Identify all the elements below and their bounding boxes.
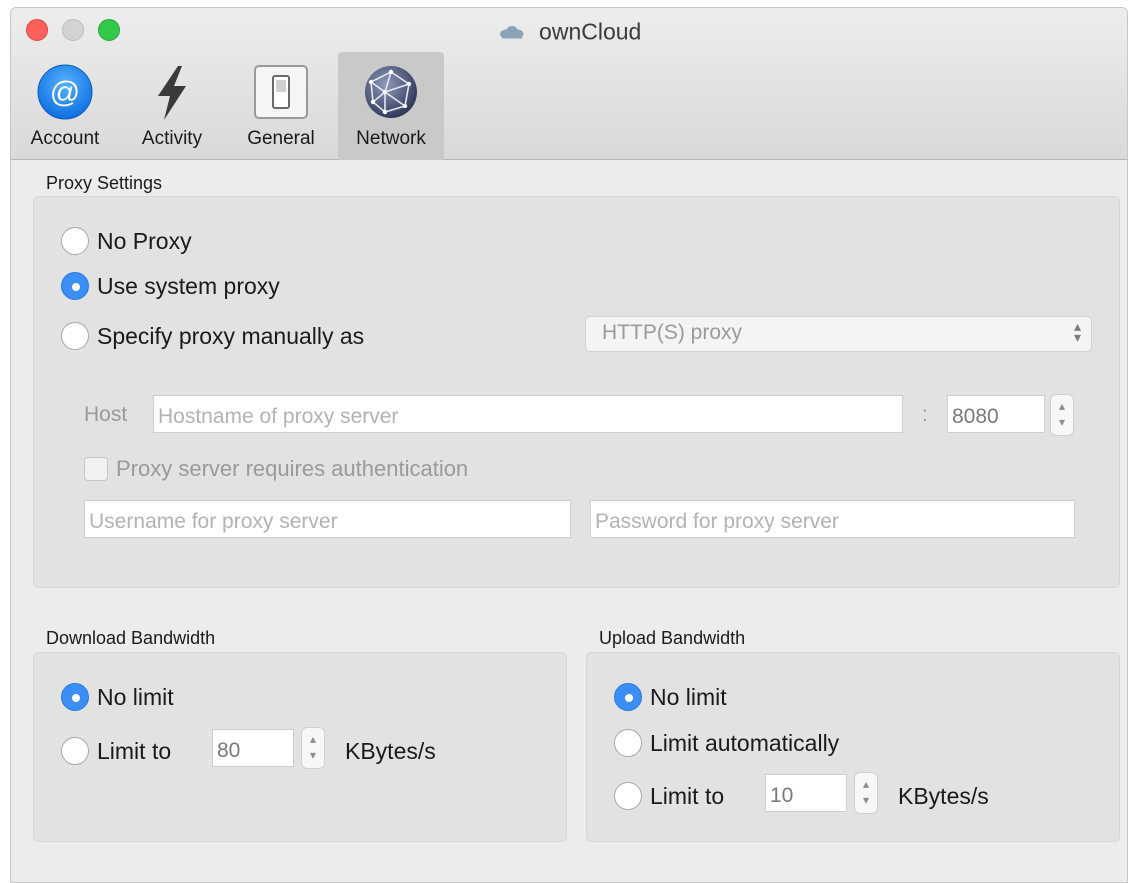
upload-limit-input[interactable]: [765, 774, 847, 812]
no-proxy-radio[interactable]: [61, 227, 89, 255]
at-sign-icon: @: [35, 62, 95, 122]
system-proxy-label: Use system proxy: [97, 272, 280, 299]
host-label: Host: [84, 403, 128, 426]
download-limit-input[interactable]: [212, 729, 294, 767]
proxy-type-select[interactable]: HTTP(S) proxy ▴ ▾: [585, 316, 1092, 352]
system-proxy-option[interactable]: Use system proxy: [61, 272, 280, 300]
download-limit-to-label: Limit to: [97, 737, 172, 764]
proxy-username-input[interactable]: [84, 500, 571, 538]
proxy-auth-label: Proxy server requires authentication: [116, 456, 469, 481]
svg-text:@: @: [50, 76, 80, 109]
port-separator: :: [922, 403, 928, 426]
tab-general-label: General: [247, 128, 315, 149]
manual-proxy-label: Specify proxy manually as: [97, 322, 365, 349]
select-arrows-icon: ▴ ▾: [1073, 318, 1081, 345]
upload-limit-to-radio[interactable]: [614, 782, 642, 810]
upload-no-limit-option[interactable]: No limit: [614, 683, 727, 711]
download-no-limit-option[interactable]: No limit: [61, 683, 174, 711]
system-proxy-radio[interactable]: [61, 272, 89, 300]
download-bandwidth-title: Download Bandwidth: [46, 628, 216, 648]
download-no-limit-label: No limit: [97, 683, 174, 710]
port-stepper[interactable]: ▴ ▾: [1050, 394, 1074, 436]
proxy-settings-group: No Proxy Use system proxy Specify proxy …: [33, 196, 1120, 588]
download-limit-to-option[interactable]: Limit to: [61, 737, 171, 765]
upload-limit-auto-radio[interactable]: [614, 729, 642, 757]
globe-icon: [361, 62, 421, 122]
tab-account[interactable]: @ Account: [17, 52, 113, 160]
port-input[interactable]: [947, 395, 1045, 433]
upload-no-limit-radio[interactable]: [614, 683, 642, 711]
lightning-icon: [142, 62, 202, 122]
tab-activity-label: Activity: [141, 128, 203, 149]
no-proxy-label: No Proxy: [97, 227, 192, 254]
upload-limit-auto-label: Limit automatically: [650, 729, 840, 756]
host-input[interactable]: [153, 395, 903, 433]
proxy-auth-checkbox[interactable]: [84, 457, 108, 481]
download-bandwidth-group: No limit Limit to ▴▾ KBytes/s: [33, 652, 567, 842]
proxy-password-input[interactable]: [590, 500, 1075, 538]
tab-network[interactable]: Network: [338, 52, 444, 160]
window-title: ownCloud: [11, 17, 1127, 45]
manual-proxy-radio[interactable]: [61, 322, 89, 350]
download-limit-stepper[interactable]: ▴ ▾: [301, 727, 325, 769]
tab-network-label: Network: [356, 128, 426, 149]
cloud-icon: [499, 25, 524, 39]
upload-limit-auto-option[interactable]: Limit automatically: [614, 729, 839, 757]
download-no-limit-radio[interactable]: [61, 683, 89, 711]
upload-limit-stepper[interactable]: ▴ ▾: [854, 772, 878, 814]
tab-activity[interactable]: Activity: [123, 52, 221, 160]
manual-proxy-option[interactable]: Specify proxy manually as: [61, 322, 364, 350]
window-title-text: ownCloud: [539, 18, 642, 45]
switch-icon: [251, 62, 311, 122]
download-limit-to-radio[interactable]: [61, 737, 89, 765]
proxy-settings-title: Proxy Settings: [46, 173, 163, 193]
no-proxy-option[interactable]: No Proxy: [61, 227, 192, 255]
tab-general[interactable]: General: [233, 52, 329, 160]
preferences-window: ownCloud @ Account Activity General Netw…: [10, 7, 1128, 883]
upload-unit-label: KBytes/s: [898, 783, 989, 809]
upload-limit-to-label: Limit to: [650, 782, 725, 809]
toolbar: ownCloud @ Account Activity General Netw…: [11, 8, 1127, 160]
upload-limit-to-option[interactable]: Limit to: [614, 782, 724, 810]
download-unit-label: KBytes/s: [345, 738, 436, 764]
upload-bandwidth-group: No limit Limit automatically Limit to ▴▾…: [586, 652, 1120, 842]
upload-bandwidth-title: Upload Bandwidth: [599, 628, 746, 648]
proxy-auth-option[interactable]: Proxy server requires authentication: [84, 456, 468, 482]
tab-account-label: Account: [30, 128, 100, 149]
proxy-type-value: HTTP(S) proxy: [602, 321, 743, 344]
upload-no-limit-label: No limit: [650, 683, 727, 710]
